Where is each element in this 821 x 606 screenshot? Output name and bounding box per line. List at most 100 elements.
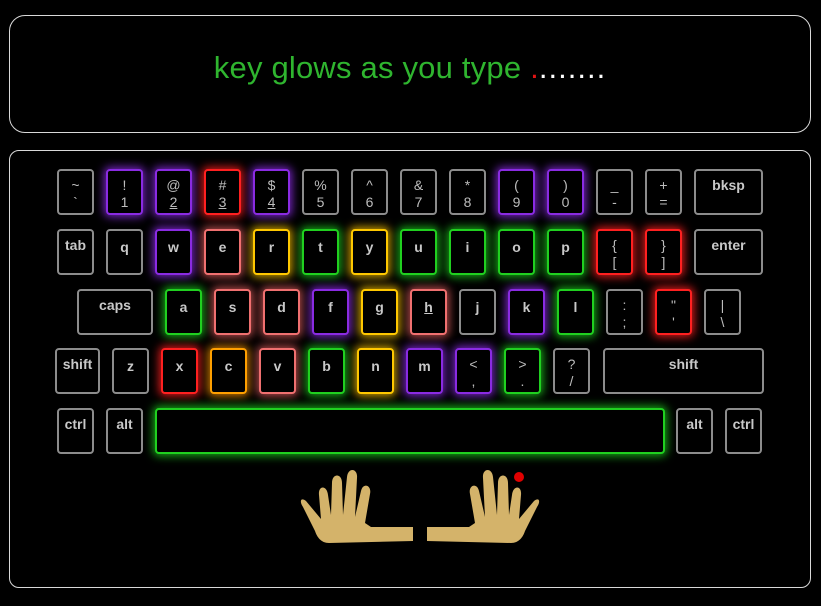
key-z[interactable]: z	[112, 348, 149, 394]
key-label: n	[371, 358, 380, 374]
key-label: u	[414, 239, 423, 255]
key-backspace[interactable]: bksp	[694, 169, 763, 215]
key-j[interactable]: j	[459, 289, 496, 335]
key-left-shift[interactable]: shift	[55, 348, 100, 394]
key-9[interactable]: (9	[498, 169, 535, 215]
key-1[interactable]: ! 1	[106, 169, 143, 215]
key-4[interactable]: $4	[253, 169, 290, 215]
key-label-shift: *	[464, 177, 471, 193]
right-hand-icon	[427, 469, 540, 543]
key-w[interactable]: w	[155, 229, 192, 275]
key-8[interactable]: * 8	[449, 169, 486, 215]
key-label-shift: %	[314, 177, 327, 193]
key-d[interactable]: d	[263, 289, 300, 335]
key-b[interactable]: b	[308, 348, 345, 394]
key-right-shift[interactable]: shift	[603, 348, 764, 394]
key-right-ctrl[interactable]: ctrl	[725, 408, 762, 454]
key-i[interactable]: i	[449, 229, 486, 275]
key-k[interactable]: k	[508, 289, 545, 335]
key-label: c	[224, 358, 233, 374]
key-label: shift	[62, 356, 93, 372]
key-q[interactable]: q	[106, 229, 143, 275]
key-caps-lock[interactable]: caps	[77, 289, 153, 335]
key-u[interactable]: u	[400, 229, 437, 275]
key-label: r	[268, 239, 275, 255]
key-y[interactable]: y	[351, 229, 388, 275]
key-3[interactable]: #3	[204, 169, 241, 215]
key-label-shift: {	[612, 237, 617, 253]
key-backslash[interactable]: | \	[704, 289, 741, 335]
key-label: -	[612, 194, 617, 210]
key-0[interactable]: ) 0	[547, 169, 584, 215]
typed-text: key glows as you type	[213, 50, 531, 85]
key-a[interactable]: a	[165, 289, 202, 335]
key-g[interactable]: g	[361, 289, 398, 335]
key-label-shift: _	[610, 177, 619, 193]
key-equal[interactable]: + =	[645, 169, 682, 215]
key-label: caps	[99, 297, 131, 313]
key-c[interactable]: c	[210, 348, 247, 394]
key-5[interactable]: % 5	[302, 169, 339, 215]
key-label: .	[520, 373, 525, 389]
key-right-bracket[interactable]: }]	[645, 229, 682, 275]
key-label: 6	[365, 194, 374, 210]
key-label: i	[465, 239, 470, 255]
key-label: 1	[120, 194, 129, 210]
key-label-shift: $	[267, 177, 276, 193]
key-r[interactable]: r	[253, 229, 290, 275]
key-2[interactable]: @2	[155, 169, 192, 215]
key-left-bracket[interactable]: {[	[596, 229, 633, 275]
key-f[interactable]: f	[312, 289, 349, 335]
key-e[interactable]: e	[204, 229, 241, 275]
key-label: o	[512, 239, 521, 255]
key-label-shift: @	[166, 177, 181, 193]
key-n[interactable]: n	[357, 348, 394, 394]
key-label: p	[561, 239, 570, 255]
key-label: ctrl	[64, 416, 87, 432]
key-label: 8	[463, 194, 472, 210]
key-left-alt[interactable]: alt	[106, 408, 143, 454]
key-v[interactable]: v	[259, 348, 296, 394]
key-label-shift: ~	[71, 177, 80, 193]
key-p[interactable]: p	[547, 229, 584, 275]
key-label: y	[365, 239, 374, 255]
key-l[interactable]: l	[557, 289, 594, 335]
key-t[interactable]: t	[302, 229, 339, 275]
key-semicolon[interactable]: :;	[606, 289, 643, 335]
key-label: d	[277, 299, 286, 315]
key-slash[interactable]: ? /	[553, 348, 590, 394]
key-label: enter	[711, 237, 746, 253]
key-h[interactable]: h	[410, 289, 447, 335]
key-label: \	[720, 314, 725, 330]
key-label: 2	[169, 194, 178, 210]
key-comma[interactable]: <,	[455, 348, 492, 394]
key-label: t	[318, 239, 323, 255]
key-label: s	[228, 299, 237, 315]
key-backtick[interactable]: ~ `	[57, 169, 94, 215]
key-right-alt[interactable]: alt	[676, 408, 713, 454]
key-7[interactable]: & 7	[400, 169, 437, 215]
key-period[interactable]: >.	[504, 348, 541, 394]
key-label: /	[569, 373, 574, 389]
key-m[interactable]: m	[406, 348, 443, 394]
key-label: 9	[512, 194, 521, 210]
key-label-shift: !	[122, 177, 127, 193]
key-label-shift: :	[622, 297, 627, 313]
key-o[interactable]: o	[498, 229, 535, 275]
key-label: '	[672, 314, 675, 330]
key-quote[interactable]: " '	[655, 289, 692, 335]
key-label-shift: #	[218, 177, 227, 193]
key-label: l	[573, 299, 578, 315]
key-label: ]	[661, 254, 666, 270]
key-label: k	[522, 299, 531, 315]
key-label: ,	[471, 373, 476, 389]
key-s[interactable]: s	[214, 289, 251, 335]
key-minus[interactable]: _ -	[596, 169, 633, 215]
key-space[interactable]	[155, 408, 665, 454]
key-left-ctrl[interactable]: ctrl	[57, 408, 94, 454]
key-label: z	[127, 358, 134, 374]
key-x[interactable]: x	[161, 348, 198, 394]
key-6[interactable]: ^ 6	[351, 169, 388, 215]
key-tab[interactable]: tab	[57, 229, 94, 275]
key-enter[interactable]: enter	[694, 229, 763, 275]
